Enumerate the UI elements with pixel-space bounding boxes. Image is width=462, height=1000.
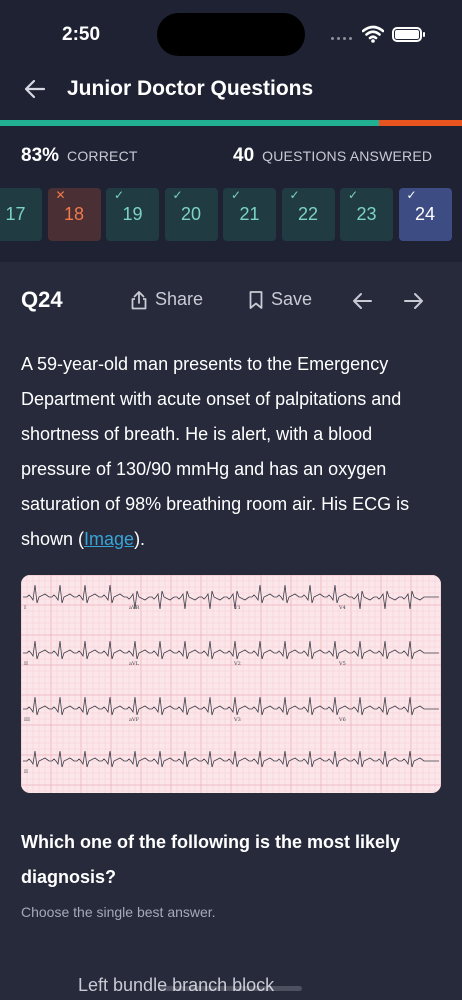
question-prompt: Which one of the following is the most l… — [21, 832, 401, 887]
ecg-lead-label: aVL — [129, 661, 140, 667]
question-tile-number: 19 — [122, 204, 143, 224]
question-tile-number: 21 — [239, 204, 260, 224]
ecg-lead-label: II — [24, 661, 28, 667]
question-tile-24[interactable]: ✓ 24 — [398, 188, 452, 241]
question-toolbar: Q24 Share Save — [0, 262, 462, 338]
page-title: Junior Doctor Questions — [67, 77, 314, 100]
correct-percent: 83% — [21, 145, 60, 166]
answered-count: 40 — [233, 145, 255, 166]
wifi-icon — [362, 25, 384, 43]
status-bar: 2:50 — [0, 0, 462, 62]
question-tile-21[interactable]: ✓ 21 — [223, 188, 276, 241]
ecg-lead-label: aVF — [129, 717, 140, 723]
share-icon — [131, 290, 147, 309]
question-tile-22[interactable]: ✓ 22 — [281, 188, 335, 241]
check-icon: ✓ — [406, 188, 417, 202]
question-tile-20[interactable]: ✓ 20 — [164, 188, 218, 241]
share-button[interactable]: Share — [130, 289, 203, 310]
question-tile-19[interactable]: ✓ 19 — [106, 188, 159, 241]
check-icon: ✓ — [172, 188, 183, 202]
answer-instruction: Choose the single best answer. — [21, 904, 216, 920]
question-tile-23[interactable]: ✓ 23 — [340, 188, 393, 241]
question-tile-17[interactable]: 17 — [0, 188, 42, 241]
stem-end: ). — [134, 529, 146, 549]
ecg-lead-label: aVR — [129, 605, 140, 611]
question-tile-number: 23 — [356, 204, 377, 224]
app-header: Junior Doctor Questions — [0, 62, 462, 120]
ecg-lead-label: III — [24, 717, 30, 723]
check-icon: ✓ — [348, 188, 359, 202]
stats-row: 83% CORRECT 40 QUESTIONS ANSWERED — [0, 126, 462, 184]
cross-icon: ✕ — [55, 188, 66, 202]
image-link[interactable]: Image — [84, 529, 134, 549]
answered-label: QUESTIONS ANSWERED — [262, 148, 433, 164]
bookmark-icon — [249, 290, 263, 309]
ecg-lead-label: V5 — [338, 661, 346, 667]
check-icon: ✓ — [114, 188, 125, 202]
question-tile-number: 22 — [297, 204, 319, 224]
question-number: Q24 — [21, 287, 63, 312]
home-indicator — [160, 986, 302, 991]
check-icon: ✓ — [289, 188, 300, 202]
ecg-lead-label: V2 — [233, 661, 241, 667]
previous-question-icon[interactable] — [350, 289, 374, 313]
ecg-image[interactable]: IaVR V1 V4 II aVL V2 V5 III aVF V3 V6 II — [21, 575, 441, 793]
ecg-lead-label: V1 — [233, 605, 241, 611]
answered-stat: 40 QUESTIONS ANSWERED — [233, 145, 432, 167]
ecg-lead-label: V4 — [338, 605, 346, 611]
ecg-lead-label: II — [24, 769, 28, 775]
next-question-icon[interactable] — [402, 289, 426, 313]
question-tile-number: 24 — [414, 204, 436, 224]
question-tile-number: 20 — [180, 204, 202, 224]
cellular-signal-icon — [331, 37, 352, 40]
ecg-lead-label: V6 — [338, 717, 346, 723]
correct-stat: 83% CORRECT — [21, 145, 138, 167]
ecg-trace: IaVR V1 V4 II aVL V2 V5 III aVF V3 V6 II — [21, 575, 441, 793]
correct-label: CORRECT — [67, 148, 138, 164]
question-tile-number: 17 — [5, 204, 26, 224]
question-tile-number: 18 — [63, 204, 85, 224]
dynamic-island — [157, 13, 305, 56]
ecg-lead-label: I — [24, 605, 26, 611]
question-stem: A 59-year-old man presents to the Emerge… — [21, 347, 446, 557]
save-label: Save — [271, 289, 313, 309]
check-icon: ✓ — [231, 188, 242, 202]
back-arrow-icon[interactable] — [22, 76, 48, 102]
stem-text: A 59-year-old man presents to the Emerge… — [21, 354, 410, 549]
question-tile-18[interactable]: ✕ 18 — [47, 188, 101, 241]
question-navigator: 17 ✕ 18 ✓ 19 ✓ 20 ✓ 21 ✓ 22 ✓ 23 ✓ 24 — [0, 184, 462, 262]
ecg-lead-label: V3 — [233, 717, 241, 723]
save-button[interactable]: Save — [248, 289, 312, 310]
status-time: 2:50 — [62, 24, 101, 45]
share-label: Share — [155, 289, 204, 309]
battery-icon — [392, 27, 425, 42]
